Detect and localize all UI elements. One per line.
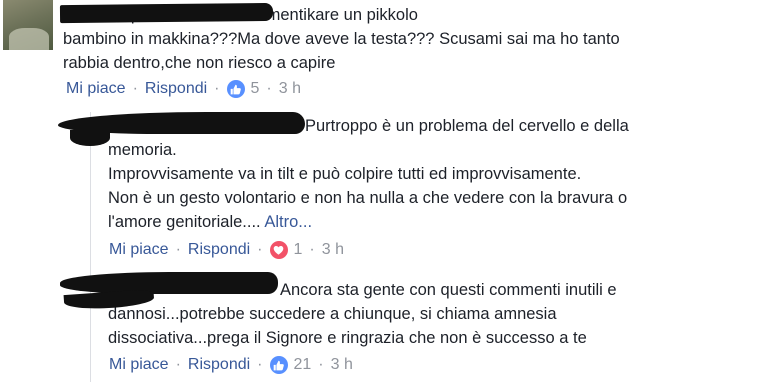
- separator: ·: [175, 356, 181, 373]
- reply-link[interactable]: Rispondi: [188, 356, 250, 374]
- separator: ·: [132, 80, 138, 97]
- like-link[interactable]: Mi piace: [66, 80, 126, 98]
- redacted-avatar: [70, 130, 110, 146]
- reply-link[interactable]: Rispondi: [188, 241, 250, 259]
- like-icon[interactable]: [226, 80, 245, 98]
- reply-link[interactable]: Rispondi: [145, 80, 207, 98]
- like-link[interactable]: Mi piace: [109, 356, 169, 374]
- like-icon[interactable]: [269, 356, 288, 374]
- reply-body: Purtroppo è un problema del cervello e d…: [108, 117, 629, 231]
- comment-actions: Mi piace · Rispondi · 5 · 3 h: [66, 80, 301, 98]
- timestamp[interactable]: 3 h: [331, 356, 353, 374]
- redacted-author-name: [60, 272, 278, 294]
- reaction-count[interactable]: 5: [251, 80, 260, 98]
- heart-icon[interactable]: [269, 241, 288, 259]
- avatar[interactable]: [3, 0, 53, 50]
- see-more-link[interactable]: Altro...: [264, 213, 312, 231]
- separator: ·: [318, 356, 324, 373]
- separator: ·: [175, 241, 181, 258]
- separator: ·: [257, 356, 263, 373]
- reaction-count[interactable]: 1: [294, 241, 303, 259]
- reply-actions: Mi piace · Rispondi · 1 · 3 h: [109, 241, 344, 259]
- timestamp[interactable]: 3 h: [279, 80, 301, 98]
- reaction-count[interactable]: 21: [294, 356, 312, 374]
- separator: ·: [257, 241, 263, 258]
- reply-actions: Mi piace · Rispondi · 21 · 3 h: [109, 356, 353, 374]
- separator: ·: [266, 80, 272, 97]
- like-link[interactable]: Mi piace: [109, 241, 169, 259]
- timestamp[interactable]: 3 h: [322, 241, 344, 259]
- separator: ·: [214, 80, 220, 97]
- reply-thread-line: [90, 112, 91, 382]
- redacted-author-name: [59, 2, 274, 24]
- separator: ·: [309, 241, 315, 258]
